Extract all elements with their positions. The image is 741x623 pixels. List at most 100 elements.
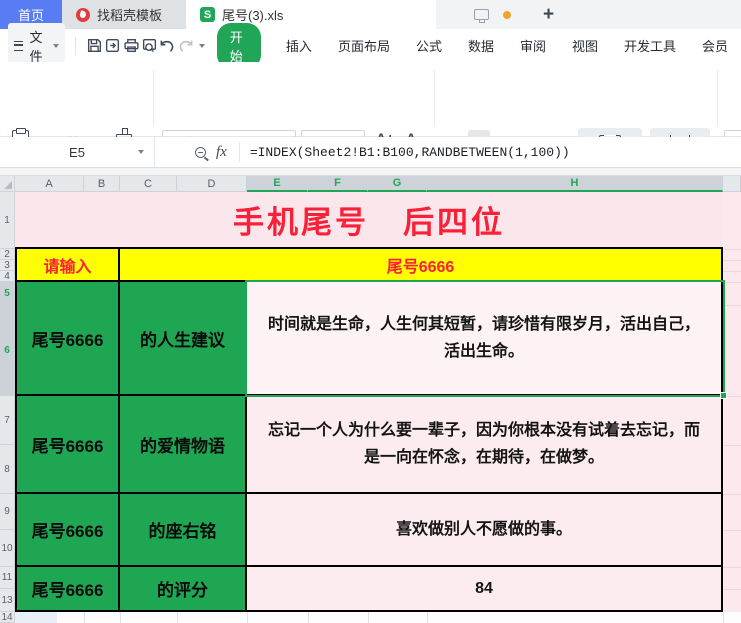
print-button[interactable]: [122, 34, 140, 58]
row-header-5[interactable]: 5: [0, 282, 15, 305]
ribbon-toolbar: 粘贴 ✂ 剪切 复制 格式刷 黑体 18 A+ A- B I U A: [0, 62, 741, 137]
ribbon-tab-view[interactable]: 视图: [572, 32, 598, 59]
row-header-10[interactable]: 10: [0, 530, 15, 567]
score-cell[interactable]: 84: [247, 567, 721, 610]
column-header-h[interactable]: H: [427, 176, 723, 192]
category-label: 的人生建议: [140, 326, 225, 351]
input-value: 尾号6666: [387, 253, 455, 277]
column-header-c[interactable]: C: [120, 176, 177, 192]
insert-function-button[interactable]: fx: [216, 144, 227, 161]
tab-docer-label: 找稻壳模板: [97, 5, 162, 24]
name-box[interactable]: E5: [0, 137, 155, 167]
tab-document-label: 尾号(3).xls: [222, 5, 283, 24]
formula-bar-gap: [0, 168, 741, 176]
monitor-icon[interactable]: [474, 9, 489, 20]
tab-docer-templates[interactable]: 找稻壳模板: [62, 0, 186, 29]
ribbon-tab-data[interactable]: 数据: [468, 32, 494, 59]
row-header-1[interactable]: 1: [0, 192, 15, 249]
category-cell[interactable]: 的爱情物语: [120, 396, 247, 492]
ribbon-tab-member[interactable]: 会员: [702, 32, 728, 59]
redo-button[interactable]: [177, 34, 195, 58]
row-header-7[interactable]: 7: [0, 396, 15, 445]
row-header-9[interactable]: 9: [0, 494, 15, 530]
tail-cell[interactable]: 尾号6666: [17, 282, 120, 394]
row-header-6[interactable]: 6: [0, 305, 15, 396]
divider: [75, 37, 76, 55]
content-text: 忘记一个人为什么要一辈子，因为你根本没有试着去忘记，而是一向在怀念，在期待，在做…: [261, 417, 707, 471]
ribbon-tab-insert[interactable]: 插入: [286, 32, 312, 59]
tail-label: 尾号6666: [32, 576, 104, 601]
print-preview-button[interactable]: [140, 34, 158, 58]
category-label: 的评分: [157, 576, 208, 601]
window-tab-bar: 首页 找稻壳模板 S 尾号(3).xls +: [0, 0, 741, 29]
content-cell-selected[interactable]: 时间就是生命，人生何其短暂，请珍惜有限岁月，活出自己，活出生命。: [247, 282, 721, 394]
hamburger-icon: [14, 41, 23, 51]
column-header-d[interactable]: D: [177, 176, 247, 192]
chevron-down-icon: [53, 44, 59, 48]
tab-home-label: 首页: [18, 5, 44, 24]
column-header-a[interactable]: A: [15, 176, 84, 192]
undo-button[interactable]: [158, 34, 176, 58]
empty-cells-right[interactable]: [723, 192, 741, 612]
name-box-value: E5: [69, 145, 85, 160]
category-label: 的座右铭: [149, 517, 217, 542]
category-label: 的爱情物语: [140, 432, 225, 457]
formula-bar: E5 fx =INDEX(Sheet2!B1:B100,RANDBETWEEN(…: [0, 137, 741, 168]
input-value-cell[interactable]: 尾号6666: [120, 249, 721, 280]
empty-cells-bottom[interactable]: [15, 612, 741, 623]
sheet-title: 手机尾号 后四位: [233, 197, 505, 242]
row-header-2[interactable]: 2: [0, 249, 15, 260]
spreadsheet-icon: S: [200, 7, 215, 22]
divider: [434, 70, 435, 126]
quick-access-chevron-icon[interactable]: [199, 44, 205, 48]
divider: [153, 70, 154, 126]
table-row: 尾号6666 的爱情物语 忘记一个人为什么要一辈子，因为你根本没有试着去忘记，而…: [15, 396, 723, 494]
content-cell[interactable]: 喜欢做别人不愿做的事。: [247, 494, 721, 565]
tail-cell[interactable]: 尾号6666: [17, 567, 120, 610]
output-convert-button[interactable]: [104, 34, 122, 58]
tail-cell[interactable]: 尾号6666: [17, 494, 120, 565]
input-label-cell[interactable]: 请输入: [17, 249, 120, 280]
column-header-g[interactable]: G: [368, 176, 427, 192]
formula-input[interactable]: =INDEX(Sheet2!B1:B100,RANDBETWEEN(1,100)…: [250, 145, 570, 160]
row-header-13[interactable]: 13: [0, 589, 15, 612]
new-tab-button[interactable]: +: [543, 5, 554, 24]
docer-icon: [76, 8, 90, 22]
tab-bar-right: +: [436, 0, 741, 29]
select-all-corner[interactable]: [0, 176, 15, 192]
row-header-8[interactable]: 8: [0, 445, 15, 494]
title-cell[interactable]: 手机尾号 后四位: [15, 192, 723, 249]
row-header-14[interactable]: 14: [0, 612, 15, 623]
category-cell[interactable]: 的评分: [120, 567, 247, 610]
content-cell[interactable]: 忘记一个人为什么要一辈子，因为你根本没有试着去忘记，而是一向在怀念，在期待，在做…: [247, 396, 721, 492]
tail-label: 尾号6666: [32, 432, 104, 457]
column-header-extra[interactable]: [723, 176, 741, 192]
content-text: 时间就是生命，人生何其短暂，请珍惜有限岁月，活出自己，活出生命。: [261, 311, 707, 365]
row-header-3[interactable]: 3: [0, 260, 15, 271]
ribbon-tab-formulas[interactable]: 公式: [416, 32, 442, 59]
content-text: 喜欢做别人不愿做的事。: [396, 516, 572, 543]
table-row: 尾号6666 的评分 84: [15, 567, 723, 612]
ribbon-tab-page-layout[interactable]: 页面布局: [338, 32, 390, 59]
chevron-down-icon: [138, 150, 144, 154]
input-label: 请输入: [43, 253, 91, 277]
tail-cell[interactable]: 尾号6666: [17, 396, 120, 492]
divider: [717, 70, 718, 126]
table-row: 尾号6666 的人生建议 时间就是生命，人生何其短暂，请珍惜有限岁月，活出自己，…: [15, 282, 723, 396]
status-dot-icon: [503, 11, 511, 19]
column-headers: A B C D E F G H: [0, 176, 741, 192]
category-cell[interactable]: 的人生建议: [120, 282, 247, 394]
ribbon-tab-review[interactable]: 审阅: [520, 32, 546, 59]
worksheet-table: 手机尾号 后四位 请输入 尾号6666 尾号6666 的人生建议 时间就是生命，…: [15, 192, 723, 612]
column-header-b[interactable]: B: [84, 176, 120, 192]
row-header-4[interactable]: 4: [0, 271, 15, 282]
category-cell[interactable]: 的座右铭: [120, 494, 247, 565]
input-row: 请输入 尾号6666: [15, 249, 723, 282]
column-header-f[interactable]: F: [308, 176, 368, 192]
row-header-11[interactable]: 11: [0, 567, 15, 589]
save-button[interactable]: [86, 34, 104, 58]
column-header-e[interactable]: E: [247, 176, 308, 192]
zoom-search-icon[interactable]: [195, 147, 206, 158]
menu-bar: 文件 开始 插入 页面布局 公式 数据 审阅 视图 开发工具 会员: [0, 29, 741, 62]
ribbon-tab-developer[interactable]: 开发工具: [624, 32, 676, 59]
